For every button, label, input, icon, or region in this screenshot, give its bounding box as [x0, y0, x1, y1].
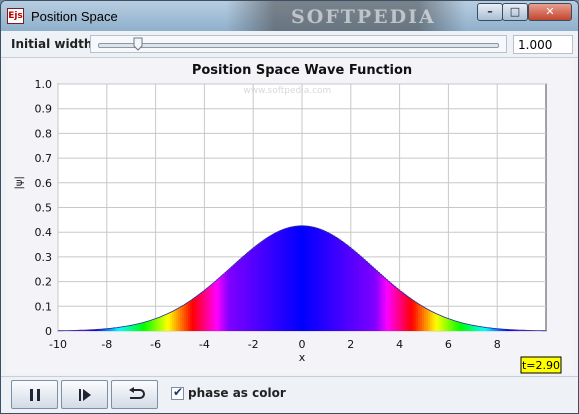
watermark-logo: SOFTPEDIA — [291, 6, 436, 28]
title-bar[interactable]: Ejs Position Space SOFTPEDIA – □ ✕ — [1, 1, 578, 31]
y-tick-label: 0 — [45, 325, 52, 338]
wave-function-chart: 0 0.1 0.2 0.3 0.4 0.5 0.6 0.7 0.8 0.9 1.0 -10 -8 -6 -4… — [14, 63, 562, 374]
x-tick-label: -2 — [248, 338, 259, 351]
app-window: Ejs Position Space SOFTPEDIA – □ ✕ Initi… — [0, 0, 579, 414]
x-tick-label: 0 — [299, 338, 306, 351]
step-forward-icon — [79, 389, 91, 401]
reset-icon — [129, 387, 145, 399]
x-tick-label: 6 — [445, 338, 452, 351]
plot-panel: 0 0.1 0.2 0.3 0.4 0.5 0.6 0.7 0.8 0.9 1.0 -10 -8 -6 -4… — [6, 58, 574, 374]
y-tick-label: 0.5 — [35, 202, 53, 215]
minimize-icon: – — [487, 5, 493, 18]
maximize-icon: □ — [509, 5, 521, 18]
time-label: t=2.90 — [522, 359, 560, 372]
phase-as-color-label[interactable]: phase as color — [188, 386, 286, 400]
y-tick-label: 0.6 — [35, 177, 53, 190]
x-tick-label: -4 — [199, 338, 210, 351]
x-tick-label: -6 — [150, 338, 161, 351]
y-tick-label: 0.3 — [35, 251, 53, 264]
checkmark-icon: ✔ — [173, 385, 184, 399]
y-tick-label: 0.1 — [35, 300, 53, 313]
y-tick-label: 0.9 — [35, 103, 53, 116]
y-tick-label: 0.8 — [35, 127, 53, 140]
close-icon: ✕ — [545, 5, 555, 18]
slider-thumb[interactable] — [133, 37, 143, 51]
y-tick-label: 0.7 — [35, 152, 53, 165]
y-axis-label: |ψ| — [14, 176, 25, 189]
x-tick-label: 2 — [347, 338, 354, 351]
maximize-button[interactable]: □ — [502, 3, 528, 21]
x-tick-label: 4 — [396, 338, 403, 351]
phase-as-color-checkbox[interactable]: ✔ — [171, 385, 184, 400]
y-tick-label: 0.4 — [35, 226, 53, 239]
y-tick-label: 0.2 — [35, 276, 53, 289]
minimize-button[interactable]: – — [477, 3, 503, 21]
y-tick-label: 1.0 — [35, 78, 53, 91]
control-bar: ✔ phase as color — [1, 376, 578, 413]
pause-button[interactable] — [11, 380, 58, 409]
window-title: Position Space — [31, 9, 118, 24]
step-button[interactable] — [61, 380, 108, 409]
parameter-toolbar: Initial width = 1.000 — [1, 31, 578, 58]
x-tick-label: -10 — [49, 338, 67, 351]
x-tick-label: 8 — [494, 338, 501, 351]
initial-width-value[interactable]: 1.000 — [513, 35, 573, 54]
app-icon: Ejs — [7, 8, 24, 24]
pause-icon — [30, 389, 40, 401]
x-tick-label: -8 — [101, 338, 112, 351]
plot-watermark: www.softpedia.com — [243, 86, 331, 96]
initial-width-slider[interactable] — [90, 35, 507, 53]
chart-title: Position Space Wave Function — [192, 63, 412, 78]
reset-button[interactable] — [111, 380, 158, 409]
x-axis-label: x — [299, 351, 306, 364]
close-button[interactable]: ✕ — [528, 3, 572, 21]
slider-track[interactable] — [98, 43, 499, 48]
